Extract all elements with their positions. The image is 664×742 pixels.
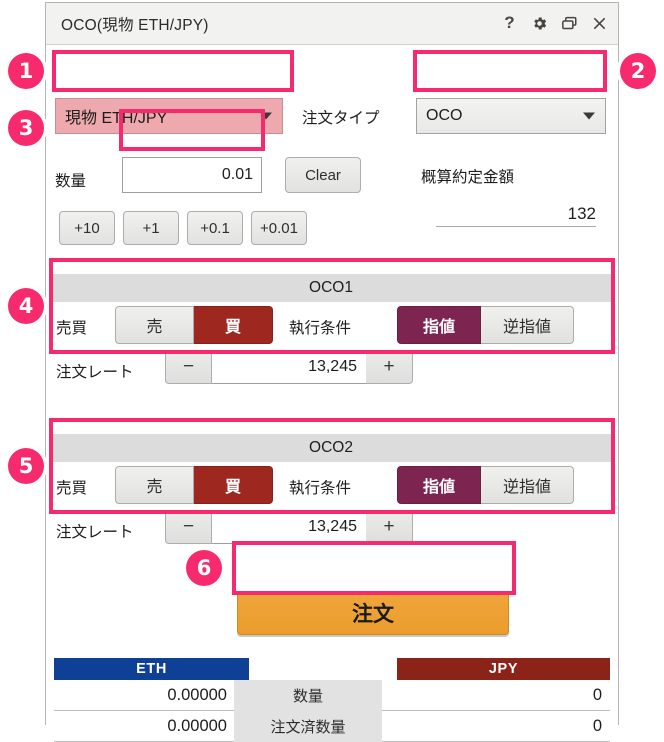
annotation-badge-6: 6 <box>186 550 222 586</box>
oco1-stop-limit-button[interactable]: 逆指値 <box>481 306 574 344</box>
oco2-stop-limit-button[interactable]: 逆指値 <box>481 466 574 504</box>
balance-row-0-label: 数量 <box>234 680 382 711</box>
oco2-buy-button[interactable]: 買 <box>194 466 273 504</box>
oco2-sell-button[interactable]: 売 <box>115 466 194 504</box>
balance-table: ETH JPY 0.00000 数量 0 0.00000 注文済数量 0 <box>54 658 610 742</box>
oco2-rate-input[interactable]: 13,245 <box>212 510 366 544</box>
help-icon[interactable]: ? <box>501 14 518 33</box>
annotation-badge-3: 3 <box>8 110 44 146</box>
close-icon[interactable] <box>591 15 608 32</box>
oco2-side-label: 売買 <box>56 480 88 497</box>
balance-header-middle <box>249 658 397 680</box>
quantity-increment-group: +10 +1 +0.1 +0.01 <box>59 211 307 245</box>
annotation-badge-2: 2 <box>620 53 656 89</box>
oco2-section-header: OCO2 <box>50 434 612 462</box>
order-type-value: OCO <box>426 107 463 124</box>
oco1-rate-label: 注文レート <box>56 364 134 381</box>
balance-table-header: ETH JPY <box>54 658 610 680</box>
oco2-rate-stepper: − 13,245 + <box>165 510 413 544</box>
estimated-amount-label: 概算約定金額 <box>421 169 515 186</box>
add-0.1-button[interactable]: +0.1 <box>187 211 243 245</box>
oco2-rate-increment-button[interactable]: + <box>366 510 413 544</box>
trading-pair-select[interactable]: 現物 ETH/JPY <box>55 98 283 134</box>
trading-pair-value: 現物 ETH/JPY <box>65 110 168 127</box>
oco2-rate-label: 注文レート <box>56 524 134 541</box>
oco1-rate-input[interactable]: 13,245 <box>212 350 366 384</box>
estimated-amount-value: 132 <box>436 197 596 227</box>
screenshot-root: OCO(現物 ETH/JPY) ? 現物 ETH/JPY 注文タイプ OCO 数… <box>0 0 664 742</box>
quantity-input[interactable]: 0.01 <box>122 157 262 193</box>
annotation-badge-4: 4 <box>8 288 44 324</box>
oco1-condition-toggle: 指値 逆指値 <box>397 306 574 344</box>
balance-header-jpy: JPY <box>397 658 610 680</box>
oco2-rate-decrement-button[interactable]: − <box>165 510 212 544</box>
oco2-limit-button[interactable]: 指値 <box>397 466 481 504</box>
oco1-section: 売買 売 買 執行条件 指値 逆指値 注文レート − 13,245 + <box>52 306 610 396</box>
oco1-condition-label: 執行条件 <box>289 320 352 337</box>
restore-icon[interactable] <box>561 15 578 32</box>
submit-order-button[interactable]: 注文 <box>237 591 509 635</box>
oco1-limit-button[interactable]: 指値 <box>397 306 481 344</box>
oco1-side-toggle: 売 買 <box>115 306 273 344</box>
window-control-group: ? <box>501 3 608 44</box>
table-row: 0.00000 数量 0 <box>54 680 610 711</box>
clear-button[interactable]: Clear <box>285 157 361 193</box>
oco1-sell-button[interactable]: 売 <box>115 306 194 344</box>
chevron-down-icon <box>583 112 595 120</box>
oco1-rate-decrement-button[interactable]: − <box>165 350 212 384</box>
add-10-button[interactable]: +10 <box>59 211 115 245</box>
add-1-button[interactable]: +1 <box>123 211 179 245</box>
oco2-condition-label: 執行条件 <box>289 480 352 497</box>
oco1-rate-stepper: − 13,245 + <box>165 350 413 384</box>
oco2-condition-toggle: 指値 逆指値 <box>397 466 574 504</box>
order-window: OCO(現物 ETH/JPY) ? 現物 ETH/JPY 注文タイプ OCO 数… <box>45 2 619 742</box>
order-type-select[interactable]: OCO <box>416 98 606 134</box>
window-titlebar: OCO(現物 ETH/JPY) ? <box>46 3 618 45</box>
balance-row-0-eth: 0.00000 <box>54 680 234 711</box>
oco1-buy-button[interactable]: 買 <box>194 306 273 344</box>
order-type-label: 注文タイプ <box>302 110 380 127</box>
oco2-side-toggle: 売 買 <box>115 466 273 504</box>
balance-header-eth: ETH <box>54 658 249 680</box>
quantity-label: 数量 <box>55 173 87 190</box>
oco1-side-label: 売買 <box>56 320 88 337</box>
balance-row-0-jpy: 0 <box>382 680 610 711</box>
gear-icon[interactable] <box>531 15 548 32</box>
annotation-badge-5: 5 <box>8 448 44 484</box>
chevron-down-icon <box>260 112 272 120</box>
window-title: OCO(現物 ETH/JPY) <box>61 16 209 34</box>
annotation-badge-1: 1 <box>8 53 44 89</box>
oco1-rate-increment-button[interactable]: + <box>366 350 413 384</box>
oco1-section-header: OCO1 <box>50 274 612 302</box>
oco2-section: 売買 売 買 執行条件 指値 逆指値 注文レート − 13,245 + <box>52 466 610 556</box>
add-0.01-button[interactable]: +0.01 <box>251 211 307 245</box>
